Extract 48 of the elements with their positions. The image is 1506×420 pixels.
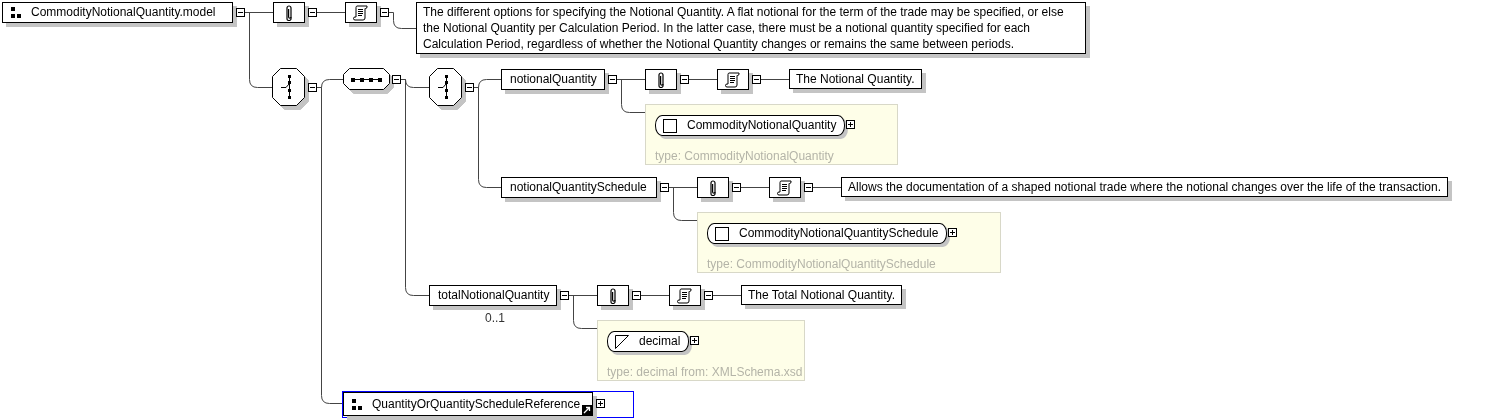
square-icon <box>715 226 729 241</box>
connector-line <box>740 187 770 188</box>
collapse-toggle[interactable] <box>380 8 389 17</box>
model-group-icon <box>352 398 362 410</box>
collapse-toggle[interactable] <box>465 83 474 92</box>
square-icon <box>663 118 677 133</box>
group-name: CommodityNotionalQuantity.model <box>31 4 216 21</box>
type-node[interactable]: CommodityNotionalQuantity <box>655 115 846 136</box>
collapse-toggle[interactable] <box>680 75 689 84</box>
expand-toggle[interactable] <box>690 336 699 345</box>
expand-toggle[interactable] <box>948 228 957 237</box>
connector-line <box>388 12 417 29</box>
connector-line <box>640 295 670 296</box>
expand-toggle[interactable] <box>846 120 855 129</box>
occurrence-label: 0..1 <box>485 311 505 325</box>
type-node[interactable]: decimal <box>607 331 690 352</box>
collapse-toggle[interactable] <box>752 75 761 84</box>
collapse-toggle[interactable] <box>704 291 713 300</box>
connector-line <box>688 79 718 80</box>
connector-line <box>316 12 346 13</box>
type-name: CommodityNotionalQuantity <box>687 117 837 134</box>
type-caption: type: CommodityNotionalQuantity <box>655 149 834 163</box>
expand-toggle[interactable] <box>596 399 605 408</box>
sequence-icon <box>343 68 391 92</box>
type-caption: type: CommodityNotionalQuantitySchedule <box>707 257 936 271</box>
connector-line <box>760 79 790 80</box>
collapse-toggle[interactable] <box>632 291 641 300</box>
type-name: decimal <box>639 333 681 350</box>
type-caption: type: decimal from: XMLSchema.xsd <box>607 365 803 379</box>
collapse-toggle[interactable] <box>308 8 317 17</box>
type-node[interactable]: CommodityNotionalQuantitySchedule <box>707 223 948 244</box>
collapse-toggle[interactable] <box>804 183 813 192</box>
collapse-toggle[interactable] <box>608 75 617 84</box>
type-name: CommodityNotionalQuantitySchedule <box>739 225 939 242</box>
group-name: QuantityOrQuantityScheduleReference <box>372 396 581 413</box>
choice-icon <box>429 68 464 108</box>
shortcut-arrow-icon <box>582 405 592 415</box>
choice-icon <box>272 68 307 108</box>
triangle-icon <box>615 334 629 349</box>
collapse-toggle[interactable] <box>660 183 669 192</box>
collapse-toggle[interactable] <box>308 83 317 92</box>
model-group-icon <box>11 7 21 18</box>
collapse-toggle[interactable] <box>732 183 741 192</box>
collapse-toggle[interactable] <box>560 291 569 300</box>
collapse-toggle[interactable] <box>236 8 245 17</box>
connector-line <box>812 187 842 188</box>
collapse-toggle[interactable] <box>392 75 401 84</box>
connector-line <box>712 295 742 296</box>
